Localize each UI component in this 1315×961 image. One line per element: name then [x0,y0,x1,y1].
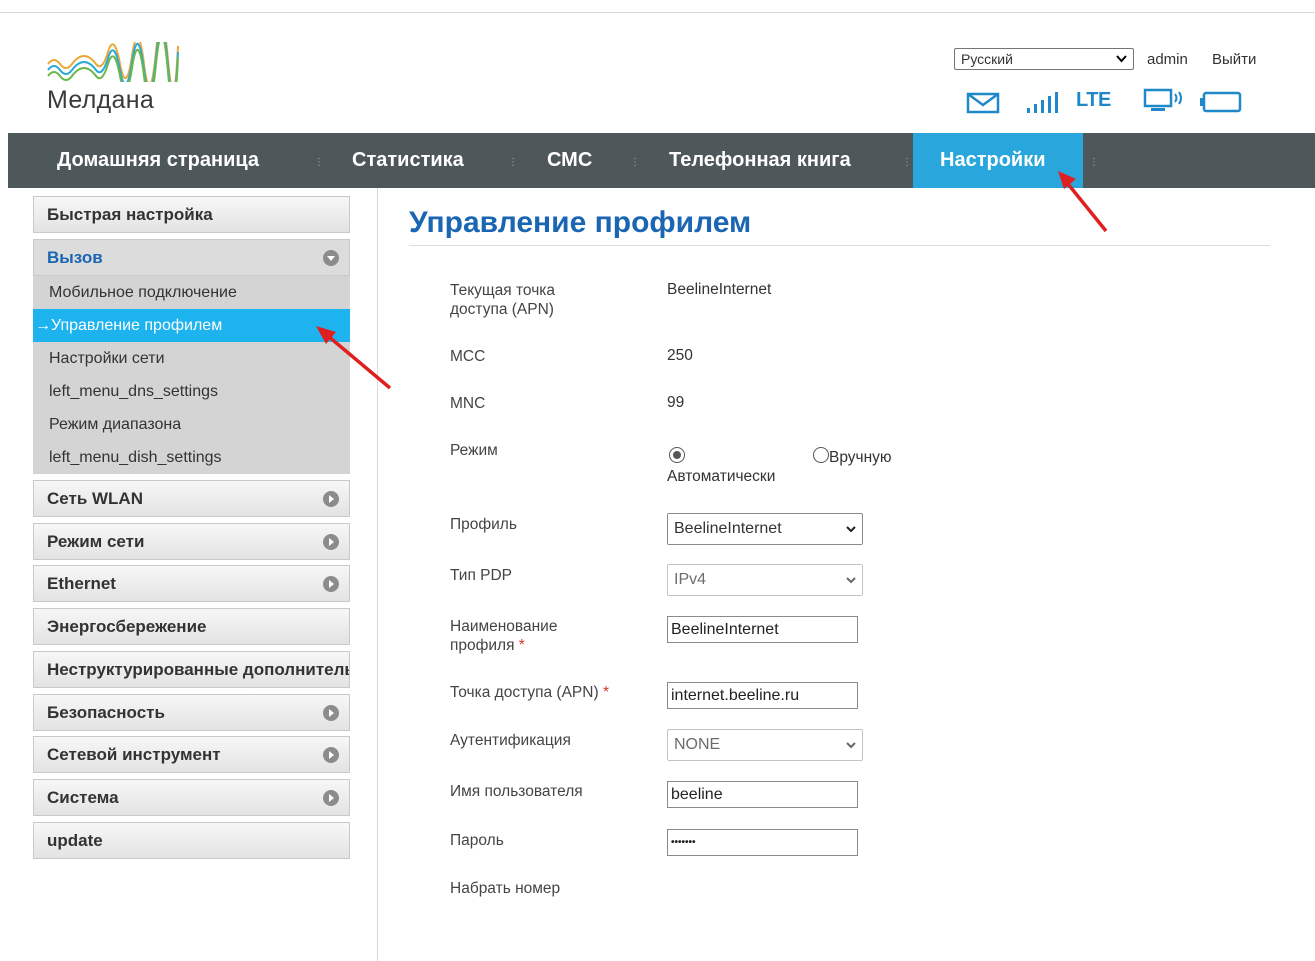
nav-sms[interactable]: СМС [523,133,616,188]
nav-separator: ⋮ [902,157,912,168]
annotation-arrow-icon [1058,171,1108,233]
auth-value: NONE [674,736,721,753]
expand-icon [323,576,339,592]
auth-label: Аутентификация [450,732,571,749]
submenu-item-dns-settings[interactable]: left_menu_dns_settings [33,375,350,408]
sidebar-item-security[interactable]: Безопасность [33,694,350,731]
mail-icon[interactable] [966,92,1000,114]
password-label: Пароль [450,832,504,849]
profile-name-label: Наименование профиля * [450,618,558,654]
main-nav: Домашняя страница ⋮ Статистика ⋮ СМС ⋮ Т… [8,133,1315,188]
nav-separator: ⋮ [508,157,518,168]
mnc-value: 99 [667,394,685,411]
sidebar-item-label: Режим сети [47,531,145,551]
sidebar-item-label: Сетевой инструмент [47,744,221,764]
required-mark: * [518,637,525,654]
sidebar-item-system[interactable]: Система [33,779,350,816]
pdp-type-select[interactable]: IPv4 [667,564,863,596]
sidebar-item-quick-setup[interactable]: Быстрая настройка [33,196,350,233]
logout-link[interactable]: Выйти [1212,51,1256,68]
current-apn-value: BeelineInternet [667,281,772,298]
sidebar-item-label: Ethernet [47,573,116,593]
sidebar-item-label: Система [47,787,119,807]
annotation-arrow-icon [316,326,392,390]
language-select[interactable]: Русский [954,48,1134,70]
submenu-item-network-settings[interactable]: Настройки сети [33,342,350,375]
mode-manual-label: Вручную [829,449,892,466]
collapse-icon [323,250,339,266]
profile-label: Профиль [450,516,517,533]
page-title: Управление профилем [409,206,752,239]
pdp-type-label: Тип PDP [450,567,513,584]
sidebar-item-network-tool[interactable]: Сетевой инструмент [33,736,350,773]
auth-select[interactable]: NONE [667,729,863,761]
nav-separator: ⋮ [630,157,640,168]
nav-statistics[interactable]: Статистика [328,133,488,188]
sidebar-item-label: Вызов [47,247,103,267]
device-connection-icon [1143,88,1182,111]
dial-number-label: Набрать номер [450,880,561,897]
nav-phonebook[interactable]: Телефонная книга [645,133,875,188]
expand-icon [323,790,339,806]
mode-auto-label: Автоматически [667,468,776,485]
apn-input[interactable]: internet.beeline.ru [667,682,858,709]
submenu-item-mobile-connection[interactable]: Мобильное подключение [33,276,350,309]
mode-manual-radio[interactable] [813,447,829,463]
expand-icon [323,705,339,721]
chevron-down-icon [846,577,856,584]
top-divider [0,12,1315,13]
logo-waves-icon [47,23,179,104]
nav-separator: ⋮ [314,157,324,168]
sidebar-item-update[interactable]: update [33,822,350,859]
submenu-item-dish-settings[interactable]: left_menu_dish_settings [33,441,350,474]
mcc-label: MCC [450,348,486,365]
chevron-down-icon [1116,55,1127,63]
sidebar-item-label: Неструктурированные дополнительные [47,659,349,679]
sidebar-item-call[interactable]: Вызов [33,239,350,276]
sidebar-item-label: Сеть WLAN [47,488,143,508]
mode-auto-radio[interactable] [669,447,685,463]
brand-name: Мелдана [47,86,155,114]
submenu-item-band-mode[interactable]: Режим диапазона [33,408,350,441]
call-submenu: Мобильное подключение →Управление профил… [33,276,350,474]
username-input[interactable]: beeline [667,781,858,808]
sidebar-item-unstructured[interactable]: Неструктурированные дополнительные [33,651,350,688]
language-value: Русский [961,51,1013,67]
sidebar-item-network-mode[interactable]: Режим сети [33,523,350,560]
sidebar-item-label: update [47,830,103,850]
apn-label: Точка доступа (APN) * [450,684,609,701]
mode-label: Режим [450,442,498,459]
profile-select-value: BeelineInternet [674,520,782,537]
sidebar-item-label: Безопасность [47,702,165,722]
battery-icon [1200,91,1242,113]
expand-icon [323,747,339,763]
title-divider [409,245,1270,246]
mnc-label: MNC [450,395,486,412]
expand-icon [323,534,339,550]
mcc-value: 250 [667,347,693,364]
sidebar-item-label: Энергосбережение [47,616,207,636]
submenu-item-profile-management[interactable]: →Управление профилем [33,309,350,342]
profile-select[interactable]: BeelineInternet [667,513,863,545]
sidebar-item-power-saving[interactable]: Энергосбережение [33,608,350,645]
nav-home[interactable]: Домашняя страница [33,133,283,188]
current-apn-label: Текущая точка доступа (APN) [450,282,556,318]
username-field-label: Имя пользователя [450,783,583,800]
pdp-type-value: IPv4 [674,571,707,588]
brand-logo: Мелдана [46,23,180,114]
expand-icon [323,491,339,507]
username-label: admin [1147,51,1188,68]
sidebar-item-ethernet[interactable]: Ethernet [33,565,350,602]
password-input[interactable]: ••••••• [667,829,858,856]
chevron-down-icon [846,526,856,533]
sidebar-item-label: Быстрая настройка [47,204,213,224]
required-mark: * [602,684,609,701]
sidebar-item-wlan[interactable]: Сеть WLAN [33,480,350,517]
network-type-indicator: LTE [1076,89,1111,111]
profile-name-input[interactable]: BeelineInternet [667,616,858,643]
chevron-down-icon [846,742,856,749]
signal-icon [1027,92,1058,113]
content-divider [377,188,378,961]
